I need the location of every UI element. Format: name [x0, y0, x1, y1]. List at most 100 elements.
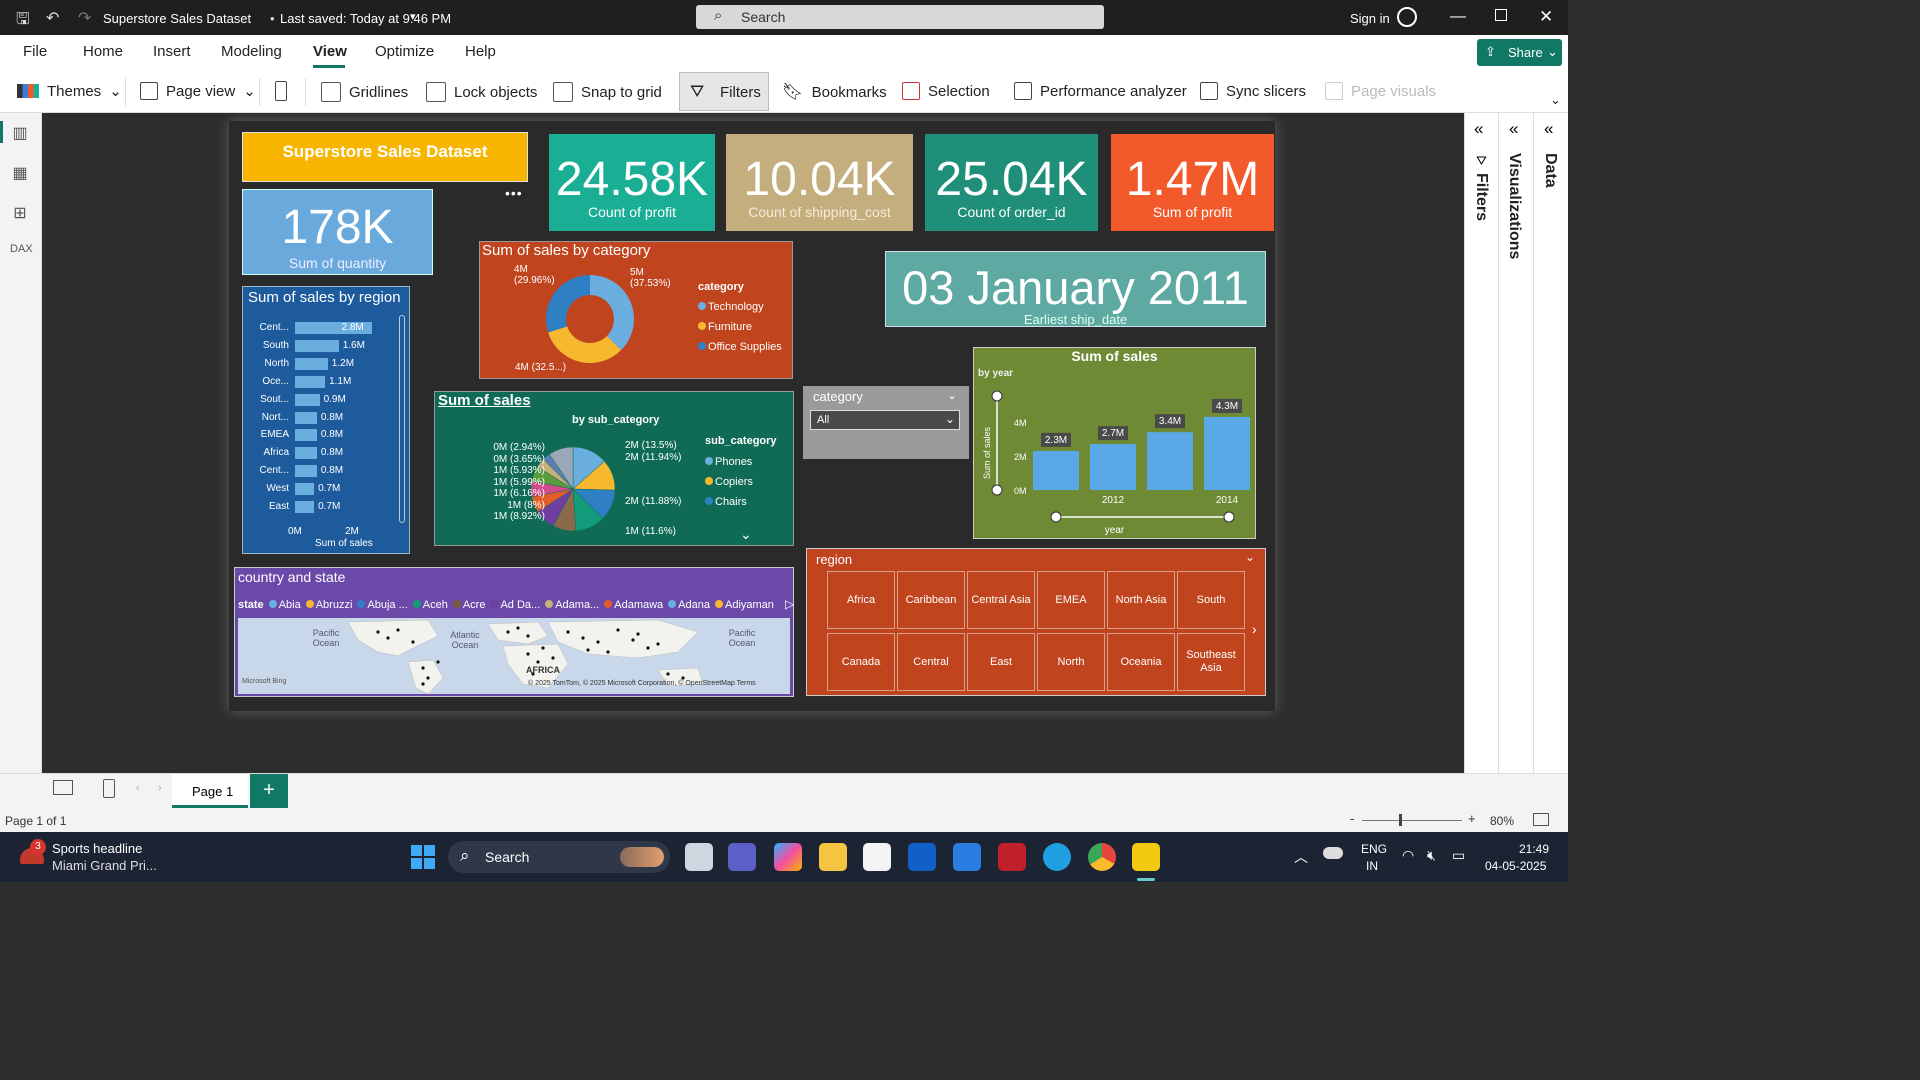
sales-by-year-chart[interactable]: Sum of sales by year Sum of sales 0M 2M 4M… [973, 347, 1256, 539]
bar[interactable] [295, 483, 315, 496]
chevron-right-icon[interactable]: ▷ [785, 597, 794, 611]
slider-handle[interactable] [1050, 511, 1062, 523]
bar[interactable] [295, 357, 328, 370]
bar-row[interactable]: Nort... 0.8M [243, 409, 403, 427]
menu-insert[interactable]: Insert [153, 43, 191, 60]
map-point[interactable] [411, 640, 415, 644]
bar-row[interactable]: Sout... 0.9M [243, 391, 403, 409]
sales-by-subcategory-pie[interactable]: Sum of sales by sub_category 0M (2.94%) 0… [434, 391, 794, 546]
legend-item[interactable]: Copiers [705, 472, 753, 492]
visualizations-pane-label[interactable]: Visualizations [1505, 153, 1523, 259]
legend-item[interactable]: Office Supplies [698, 337, 782, 357]
menu-help[interactable]: Help [465, 43, 496, 60]
slider-handle[interactable] [991, 484, 1003, 496]
sign-in-link[interactable]: Sign in [1350, 11, 1390, 26]
bar-row[interactable]: Africa 0.8M [243, 444, 403, 462]
chevron-down-icon[interactable]: ⌄ [947, 388, 957, 402]
store-icon[interactable] [863, 843, 891, 871]
bar[interactable] [295, 447, 317, 460]
region-button[interactable]: Oceania [1107, 633, 1175, 691]
gridlines-checkbox[interactable] [321, 82, 341, 102]
a-app-icon[interactable] [953, 843, 981, 871]
region-code[interactable]: IN [1366, 859, 1378, 873]
map-point[interactable] [596, 640, 600, 644]
zoom-out-icon[interactable]: - [1350, 811, 1354, 826]
bar-row[interactable]: West 0.7M [243, 480, 403, 498]
l-app-icon[interactable] [908, 843, 936, 871]
legend-item[interactable]: Aceh [412, 599, 448, 611]
performance-analyzer-button[interactable]: Performance analyzer [1014, 82, 1187, 100]
bar-row[interactable]: North 1.2M [243, 355, 403, 373]
next-page-icon[interactable]: › [158, 782, 162, 794]
map-point[interactable] [586, 648, 590, 652]
wifi-icon[interactable]: ◠ [1402, 847, 1414, 864]
zoom-in-icon[interactable]: + [1468, 811, 1476, 826]
bar-row[interactable]: South 1.6M [243, 337, 403, 355]
tab-page-1[interactable]: Page 1 [172, 774, 248, 808]
data-pane-label[interactable]: Data [1541, 153, 1559, 188]
chrome-icon[interactable] [1088, 843, 1116, 871]
task-view-icon[interactable] [685, 843, 713, 871]
bar[interactable] [295, 411, 317, 424]
zoom-handle[interactable] [1399, 814, 1402, 826]
category-slicer[interactable]: category ⌄ All ⌄ [803, 386, 969, 459]
clock-date[interactable]: 04-05-2025 [1485, 859, 1546, 873]
snap-to-grid-toggle[interactable]: Snap to grid [553, 82, 662, 102]
zoom-slider[interactable] [1362, 820, 1462, 821]
language-code[interactable]: ENG [1361, 842, 1387, 856]
lock-objects-checkbox[interactable] [426, 82, 446, 102]
map-point[interactable] [581, 636, 585, 640]
undo-icon[interactable]: ↶ [46, 8, 59, 28]
map-point[interactable] [396, 628, 400, 632]
redo-icon[interactable]: ↷ [78, 8, 91, 28]
year-bar[interactable] [1147, 432, 1193, 490]
legend-item[interactable]: Furniture [698, 317, 782, 337]
legend-item[interactable]: Adana [668, 599, 710, 611]
menu-view[interactable]: View [313, 43, 347, 60]
copilot-icon[interactable] [774, 843, 802, 871]
title-card[interactable]: Superstore Sales Dataset [242, 132, 528, 182]
map-point[interactable] [506, 630, 510, 634]
bar-row[interactable]: East 0.7M [243, 498, 403, 516]
snap-to-grid-checkbox[interactable] [553, 82, 573, 102]
bar[interactable] [295, 429, 317, 442]
prev-page-icon[interactable]: ‹ [136, 782, 140, 794]
legend-item[interactable]: Abruzzi [305, 599, 352, 611]
map-point[interactable] [526, 652, 530, 656]
region-slicer[interactable]: region ⌄ Africa Caribbean Central Asia EMEA… [806, 548, 1266, 696]
legend-item[interactable]: Technology [698, 297, 782, 317]
map-point[interactable] [656, 642, 660, 646]
close-icon[interactable]: ✕ [1539, 7, 1553, 27]
region-button[interactable]: North Asia [1107, 571, 1175, 629]
sales-by-region-chart[interactable]: Sum of sales by region Cent... 2.8M South 1… [242, 286, 410, 554]
map-point[interactable] [631, 638, 635, 642]
page-view-button[interactable]: Page view ⌄ [140, 82, 256, 100]
speaker-muted-icon[interactable]: 🔇︎ [1427, 847, 1436, 864]
sales-by-category-donut[interactable]: Sum of sales by category 4M (29.96%) 5M … [479, 241, 793, 379]
report-view-icon[interactable]: ▥ [10, 123, 30, 143]
bar[interactable] [295, 375, 326, 388]
bar-row[interactable]: EMEA 0.8M [243, 426, 403, 444]
bookmarks-button[interactable]: 🔖︎ Bookmarks [782, 82, 887, 102]
legend-item[interactable]: Adamawa [604, 599, 663, 611]
bar-row[interactable]: Oce... 1.1M [243, 373, 403, 391]
year-bar[interactable] [1090, 444, 1136, 490]
desktop-layout-icon[interactable] [53, 780, 73, 795]
file-explorer-icon[interactable] [819, 843, 847, 871]
donut-slice[interactable] [590, 275, 634, 351]
legend-item[interactable]: Ad Da... [490, 599, 540, 611]
more-options-icon[interactable]: ••• [505, 185, 523, 201]
battery-icon[interactable]: ▭ [1452, 847, 1465, 864]
slider-handle[interactable] [991, 390, 1003, 402]
map-point[interactable] [526, 634, 530, 638]
legend-item[interactable]: Adiyaman [714, 599, 774, 611]
chevron-right-icon[interactable]: › [1252, 621, 1257, 637]
region-button[interactable]: Central Asia [967, 571, 1035, 629]
fit-to-page-icon[interactable] [1533, 813, 1549, 826]
expand-data-icon[interactable]: « [1544, 119, 1553, 139]
news-widget-icon[interactable]: 3 [20, 839, 48, 868]
news-title[interactable]: Sports headline [52, 841, 142, 856]
donut-slice[interactable] [548, 326, 622, 363]
kpi-sum-of-quantity[interactable]: 178K Sum of quantity [242, 189, 433, 275]
expand-visualizations-icon[interactable]: « [1509, 119, 1518, 139]
